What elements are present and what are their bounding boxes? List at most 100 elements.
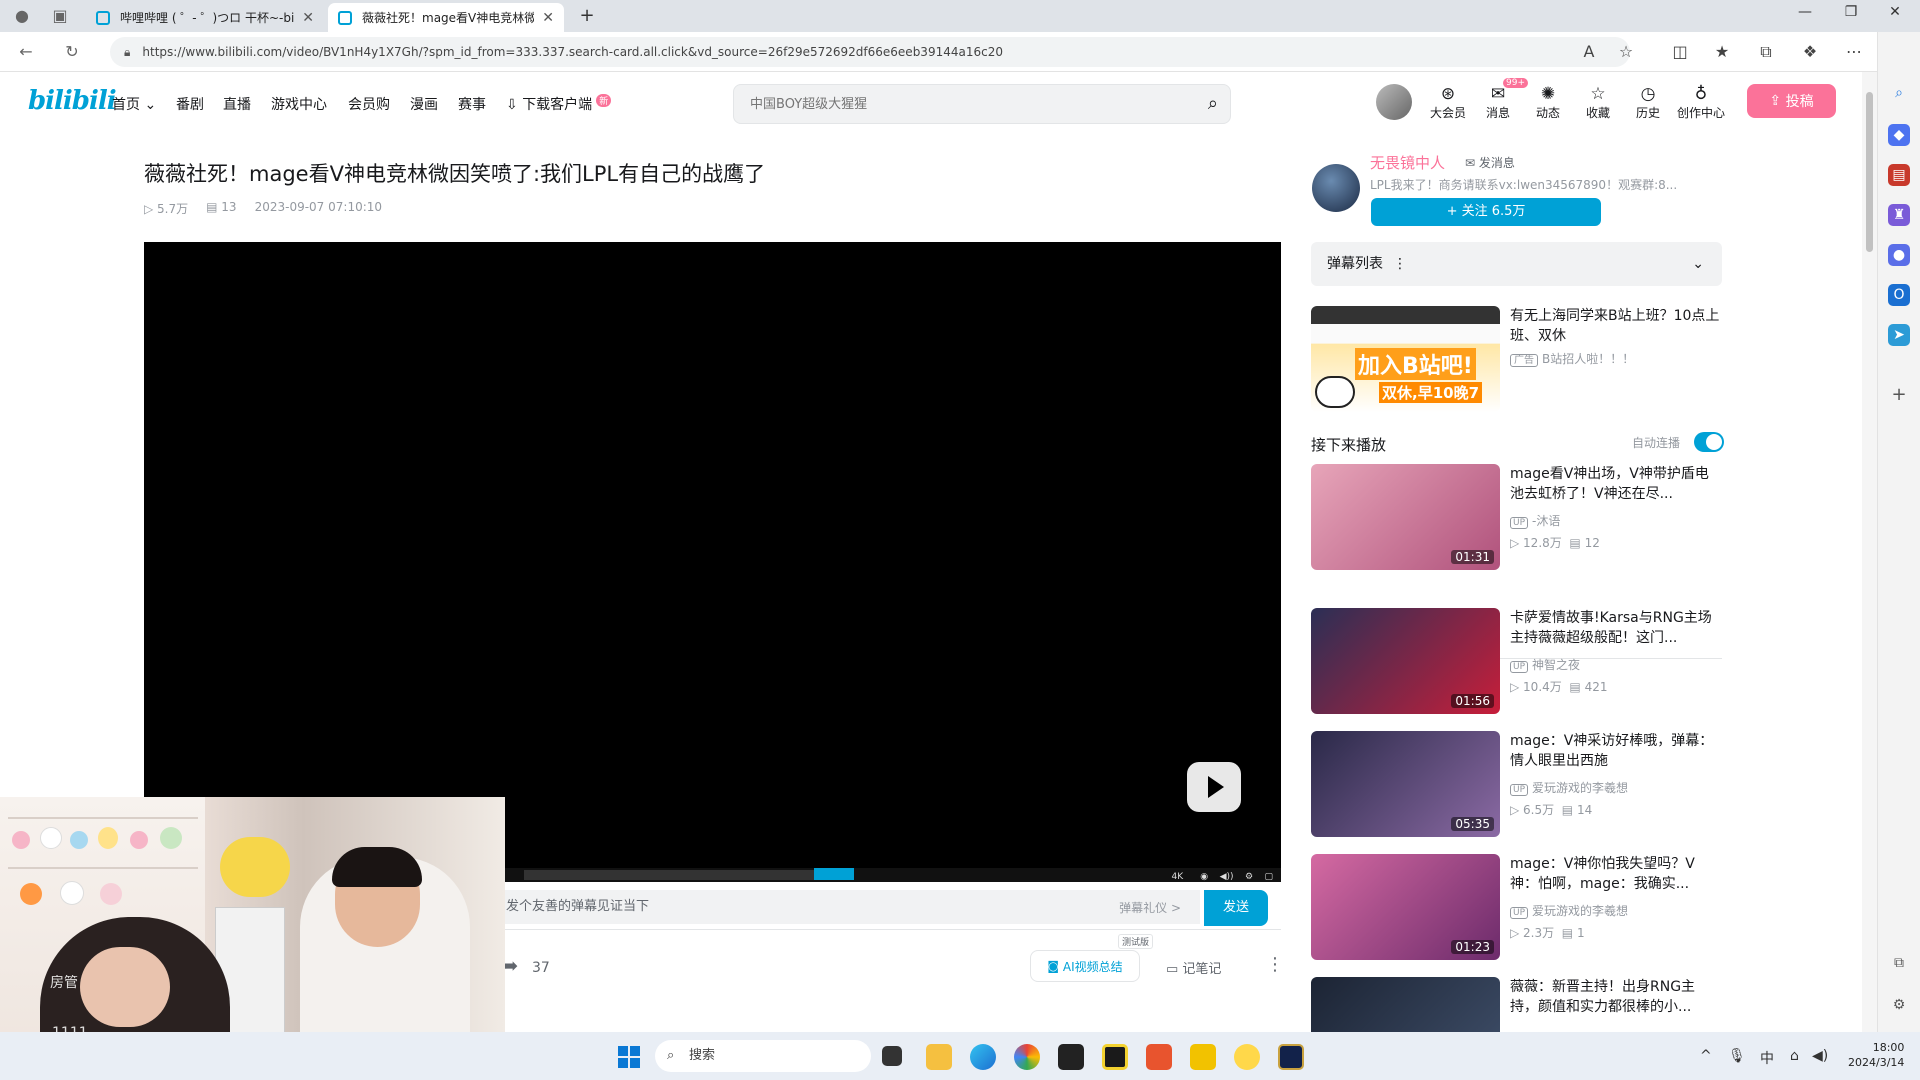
recommendation-card[interactable]: 05:35 mage：V神采访好棒哦，弹幕：情人眼里出西施 UP 爱玩游戏的李羲想… xyxy=(1311,731,1722,837)
ad-title[interactable]: 有无上海同学来B站上班？10点上班、双休 xyxy=(1510,306,1722,346)
back-icon[interactable]: ← xyxy=(14,42,38,61)
page-scrollbar[interactable] xyxy=(1862,72,1877,1032)
tab-current-video[interactable]: 薇薇社死！mage看V神电竞林微因 ✕ xyxy=(328,3,564,32)
app-icon[interactable] xyxy=(1058,1044,1084,1070)
maximize-button[interactable]: ❐ xyxy=(1836,4,1866,20)
url-field[interactable]: 🔒︎ https://www.bilibili.com/video/BV1nH4… xyxy=(110,37,1630,67)
drop-icon[interactable]: ➤ xyxy=(1888,324,1910,346)
app-icon[interactable] xyxy=(1146,1044,1172,1070)
rec-author[interactable]: UP -沐语 xyxy=(1510,512,1560,529)
split-screen-icon[interactable]: ◫ xyxy=(1668,42,1692,61)
rec-title[interactable]: 卡萨爱情故事!Karsa与RNG主场主持薇薇超级般配！这门... xyxy=(1510,608,1722,648)
windows-start-icon[interactable] xyxy=(618,1046,640,1068)
danmaku-input[interactable]: 发个友善的弹幕见证当下 xyxy=(490,890,1200,924)
send-message-link[interactable]: ✉ 发消息 xyxy=(1465,154,1515,171)
file-explorer-icon[interactable] xyxy=(926,1044,952,1070)
rec-author[interactable]: UP 爱玩游戏的李羲想 xyxy=(1510,779,1628,796)
search-input[interactable] xyxy=(748,95,1168,113)
new-tab-button[interactable]: + xyxy=(572,5,602,26)
recommendation-card[interactable]: 薇薇：新晋主持！出身RNG主持，颜值和实力都很棒的小... xyxy=(1311,977,1722,1032)
ime-indicator[interactable]: 中 xyxy=(1760,1048,1774,1068)
tab-bilibili-home[interactable]: 哔哩哔哩 ( ゜- ゜)つロ 干杯~-bilibili ✕ xyxy=(86,3,324,32)
player-controls-right[interactable]: 4K ◉ ◀)) ⚙ ▢ xyxy=(1172,872,1274,882)
rec-title[interactable]: mage：V神你怕我失望吗？V神：怕啊，mage：我确实... xyxy=(1510,854,1722,894)
edge-browser-icon[interactable] xyxy=(970,1044,996,1070)
rec-thumbnail[interactable] xyxy=(1311,977,1500,1032)
refresh-icon[interactable]: ↻ xyxy=(60,42,84,61)
search-icon[interactable]: ⌕ xyxy=(1888,82,1910,104)
danmaku-etiquette-link[interactable]: 弹幕礼仪 > xyxy=(1119,899,1181,916)
favorites-icon[interactable]: ★ xyxy=(1710,42,1734,61)
search-icon[interactable]: ⌕ xyxy=(1208,93,1218,114)
header-messages[interactable]: ✉ 99+ 消息 xyxy=(1473,78,1528,121)
header-favorites[interactable]: ☆ 收藏 xyxy=(1573,84,1623,121)
rec-title[interactable]: 薇薇：新晋主持！出身RNG主持，颜值和实力都很棒的小... xyxy=(1510,977,1722,1017)
close-icon[interactable]: ✕ xyxy=(302,10,314,26)
header-dynamic[interactable]: ✺ 动态 xyxy=(1523,84,1573,121)
rec-thumbnail[interactable]: 01:56 xyxy=(1311,608,1500,714)
rec-thumbnail[interactable]: 01:31 xyxy=(1311,464,1500,570)
profile-icon[interactable]: ● xyxy=(10,6,34,25)
ai-summary-button[interactable]: ◙ AI视频总结 xyxy=(1030,950,1140,982)
more-icon[interactable]: ⋮ xyxy=(1266,954,1284,975)
danmaku-list-panel[interactable]: 弹幕列表 ⋮ ⌄ xyxy=(1311,242,1722,286)
rec-thumbnail[interactable]: 01:23 xyxy=(1311,854,1500,960)
minimize-button[interactable]: — xyxy=(1790,4,1820,20)
header-history[interactable]: ◷ 历史 xyxy=(1623,84,1673,121)
tray-chevron-icon[interactable]: ^ xyxy=(1700,1048,1712,1064)
scrollbar-thumb[interactable] xyxy=(1866,92,1873,252)
player-danmaku-input[interactable] xyxy=(524,870,854,880)
ad-card[interactable]: 加入B站吧! 双休,早10晚7 有无上海同学来B站上班？10点上班、双休 广告 B… xyxy=(1311,306,1722,412)
rec-title[interactable]: mage：V神采访好棒哦，弹幕：情人眼里出西施 xyxy=(1510,731,1722,771)
header-vip[interactable]: ⊛ 大会员 xyxy=(1423,84,1473,121)
recommendation-card[interactable]: 01:56 卡萨爱情故事!Karsa与RNG主场主持薇薇超级般配！这门... U… xyxy=(1311,608,1722,714)
chevron-down-icon[interactable]: ⌄ xyxy=(1692,242,1704,286)
microphone-icon[interactable]: 🎙︎ xyxy=(1728,1048,1746,1064)
tab-actions-icon[interactable]: ▣ xyxy=(48,6,72,25)
play-icon[interactable] xyxy=(1187,762,1241,812)
nav-member-shop[interactable]: 会员购 xyxy=(348,94,390,114)
favorite-star-icon[interactable]: ☆ xyxy=(1614,42,1638,61)
copilot-side-icon[interactable]: ● xyxy=(1888,244,1910,266)
extensions-icon[interactable]: ❖ xyxy=(1798,42,1822,61)
collections-icon[interactable]: ⧉ xyxy=(1754,42,1778,62)
nav-manga[interactable]: 漫画 xyxy=(410,94,438,114)
uploader-avatar[interactable] xyxy=(1312,164,1360,212)
toolbox-icon[interactable]: ▤ xyxy=(1888,164,1910,186)
nav-esports[interactable]: 赛事 xyxy=(458,94,486,114)
volume-icon[interactable]: ◀) xyxy=(1812,1048,1828,1064)
ad-thumbnail[interactable]: 加入B站吧! 双休,早10晚7 xyxy=(1311,306,1500,412)
nav-live[interactable]: 直播 xyxy=(223,94,251,114)
add-icon[interactable]: + xyxy=(1888,384,1910,406)
bilibili-logo[interactable]: bilibili xyxy=(28,86,117,116)
rec-thumbnail[interactable]: 05:35 xyxy=(1311,731,1500,837)
user-avatar[interactable] xyxy=(1376,84,1412,120)
taskbar-search[interactable]: ⌕ 搜索 xyxy=(655,1040,871,1072)
task-view-icon[interactable] xyxy=(882,1046,902,1066)
chrome-icon[interactable] xyxy=(1014,1044,1040,1070)
obs-icon[interactable] xyxy=(1102,1044,1128,1070)
nav-home[interactable]: 首页 ⌄ xyxy=(112,94,156,114)
video-player[interactable]: 4K ◉ ◀)) ⚙ ▢ xyxy=(144,242,1281,882)
taskbar-clock[interactable]: 18:00 2024/3/14 xyxy=(1848,1040,1904,1070)
hide-sidebar-icon[interactable]: ⧉ xyxy=(1888,952,1910,974)
danmaku-send-button[interactable]: 发送 xyxy=(1204,890,1268,926)
nav-download-client[interactable]: ⇩ 下载客户端新 xyxy=(506,94,612,114)
rec-author[interactable]: UP 爱玩游戏的李羲想 xyxy=(1510,902,1628,919)
outlook-icon[interactable]: O xyxy=(1888,284,1910,306)
header-creator-center[interactable]: ♁ 创作中心 xyxy=(1675,84,1727,121)
rec-title[interactable]: mage看V神出场，V神带护盾电池去虹桥了！V神还在尽... xyxy=(1510,464,1722,504)
vertical-dots-icon[interactable]: ⋮ xyxy=(1393,256,1407,272)
recommendation-card[interactable]: 01:23 mage：V神你怕我失望吗？V神：怕啊，mage：我确实... UP… xyxy=(1311,854,1722,960)
games-icon[interactable]: ♜ xyxy=(1888,204,1910,226)
settings-icon[interactable]: ⚙ xyxy=(1888,994,1910,1016)
network-icon[interactable]: ⌂ xyxy=(1790,1048,1799,1064)
mascot-app-icon[interactable] xyxy=(1234,1044,1260,1070)
follow-button[interactable]: + 关注 6.5万 xyxy=(1371,198,1601,226)
tag-icon[interactable]: ◆ xyxy=(1888,124,1910,146)
close-icon[interactable]: ✕ xyxy=(542,10,554,26)
upload-button[interactable]: ⇪ 投稿 xyxy=(1747,84,1836,118)
potplayer-icon[interactable] xyxy=(1190,1044,1216,1070)
autoplay-toggle[interactable] xyxy=(1694,432,1724,452)
recommendation-card[interactable]: 01:31 mage看V神出场，V神带护盾电池去虹桥了！V神还在尽... UP -… xyxy=(1311,464,1722,570)
